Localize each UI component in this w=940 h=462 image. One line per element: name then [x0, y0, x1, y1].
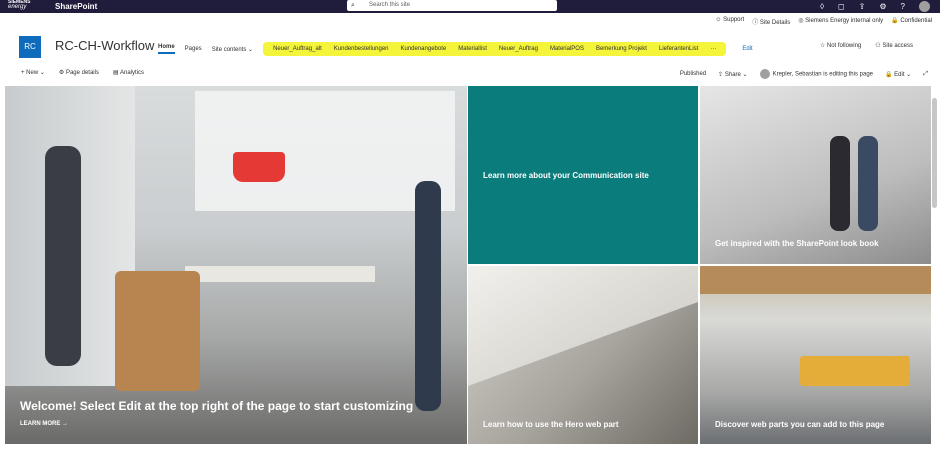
share-button[interactable]: ⇪ Share ⌄ — [718, 71, 747, 78]
confidential-label[interactable]: 🔒 Confidential — [891, 17, 932, 26]
search-icon: ⌕ — [351, 2, 355, 9]
person-standing — [415, 181, 441, 411]
expand-icon[interactable]: ⤢ — [923, 71, 928, 78]
nav-link[interactable]: Kundenangebote — [401, 46, 447, 52]
site-access-button[interactable]: ⚇ Site access — [875, 42, 913, 49]
person-standing — [45, 146, 81, 366]
wood-ceiling — [700, 266, 931, 294]
editing-status: Krepler, Sebastian is editing this page — [759, 69, 873, 79]
staircase-shape — [468, 266, 698, 386]
avatar[interactable] — [919, 1, 930, 12]
site-navigation: Home Pages Site contents ⌄ Neuer_Auftrag… — [158, 42, 753, 56]
published-status: Published — [679, 71, 707, 77]
nav-edit-link[interactable]: Edit — [742, 46, 752, 52]
nav-link[interactable]: Kundenbestellungen — [334, 46, 389, 52]
follow-button[interactable]: ☆ Not following — [820, 42, 861, 49]
person-standing — [858, 136, 878, 231]
person-standing — [830, 136, 850, 231]
hero-tile-look-book[interactable]: Get inspired with the SharePoint look bo… — [700, 86, 931, 264]
chat-icon[interactable]: ◻ — [838, 2, 845, 11]
meeting-table — [185, 266, 375, 282]
nav-link[interactable]: Neuer_Auftrag — [499, 46, 538, 52]
suite-bar: SIEMENS energy SharePoint ⌕ Search this … — [0, 0, 940, 13]
nav-link[interactable]: Bemerkung Projekt — [596, 46, 647, 52]
nav-link[interactable]: Neuer_Auftrag_alt — [273, 46, 322, 52]
hero-tile-web-parts[interactable]: Discover web parts you can add to this p… — [700, 266, 931, 444]
site-title[interactable]: RC-CH-Workflow — [55, 38, 154, 53]
red-lamp — [233, 152, 285, 182]
edit-button[interactable]: 🔒 Edit ⌄ — [885, 71, 911, 78]
nav-site-contents[interactable]: Site contents ⌄ — [212, 46, 253, 53]
hero-tile-hero-web-part[interactable]: Learn how to use the Hero web part — [468, 266, 698, 444]
site-info-bar: ☺ Support ⓘ Site Details ◎ Siemens Energ… — [715, 17, 932, 26]
nav-link[interactable]: MaterialPOS — [550, 46, 584, 52]
page-details-button[interactable]: ⚙ Page details — [59, 69, 99, 76]
analytics-button[interactable]: ▤ Analytics — [113, 69, 144, 76]
nav-link[interactable]: Materiallist — [458, 46, 487, 52]
settings-icon[interactable]: ⚙ — [879, 2, 886, 11]
hero-tile-main[interactable]: Welcome! Select Edit at the top right of… — [5, 86, 467, 444]
yellow-seats — [800, 356, 910, 386]
people-icon: ⚇ — [875, 43, 881, 49]
copilot-icon[interactable]: ◊ — [820, 2, 824, 11]
search-box[interactable]: ⌕ Search this site — [347, 0, 557, 11]
share-icon[interactable]: ⇪ — [859, 2, 866, 11]
site-details-link[interactable]: ⓘ Site Details — [752, 17, 790, 26]
hero-tile-caption: Learn more about your Communication site — [483, 171, 649, 180]
hero-tile-caption: Learn how to use the Hero web part — [483, 420, 619, 429]
learn-more-link[interactable]: LEARN MORE → — [20, 421, 68, 427]
command-bar: + New ⌄ ⚙ Page details ▤ Analytics — [21, 69, 144, 76]
new-button[interactable]: + New ⌄ — [21, 69, 45, 76]
site-actions: ☆ Not following ⚇ Site access — [820, 42, 913, 49]
app-name[interactable]: SharePoint — [55, 1, 97, 12]
nav-home[interactable]: Home — [158, 44, 175, 54]
search-placeholder: Search this site — [369, 2, 411, 8]
star-icon: ☆ — [819, 43, 826, 49]
internal-label[interactable]: ◎ Siemens Energy internal only — [798, 17, 883, 26]
support-link[interactable]: ☺ Support — [715, 17, 744, 26]
hero-tile-communication[interactable]: Learn more about your Communication site — [468, 86, 698, 264]
site-icon[interactable]: RC — [19, 36, 41, 58]
hero-main-caption: Welcome! Select Edit at the top right of… — [20, 399, 414, 413]
chair — [115, 271, 200, 391]
hero-tile-caption: Get inspired with the SharePoint look bo… — [715, 239, 879, 248]
help-icon[interactable]: ? — [901, 2, 905, 11]
chevron-down-icon: ⌄ — [248, 46, 254, 53]
hero-tile-caption: Discover web parts you can add to this p… — [715, 420, 885, 429]
nav-more-button[interactable]: ··· — [710, 46, 716, 52]
command-bar-right: Published ⇪ Share ⌄ Krepler, Sebastian i… — [680, 69, 928, 79]
suite-icons: ◊ ◻ ⇪ ⚙ ? — [820, 0, 930, 13]
company-logo[interactable]: SIEMENS energy — [8, 0, 44, 13]
editor-avatar — [759, 69, 770, 79]
nav-link[interactable]: LieferantenList — [659, 46, 698, 52]
scrollbar[interactable] — [932, 98, 937, 208]
nav-pages[interactable]: Pages — [185, 46, 202, 52]
nav-highlighted-links: Neuer_Auftrag_alt Kundenbestellungen Kun… — [263, 42, 727, 56]
hero-web-part: Welcome! Select Edit at the top right of… — [5, 86, 931, 444]
